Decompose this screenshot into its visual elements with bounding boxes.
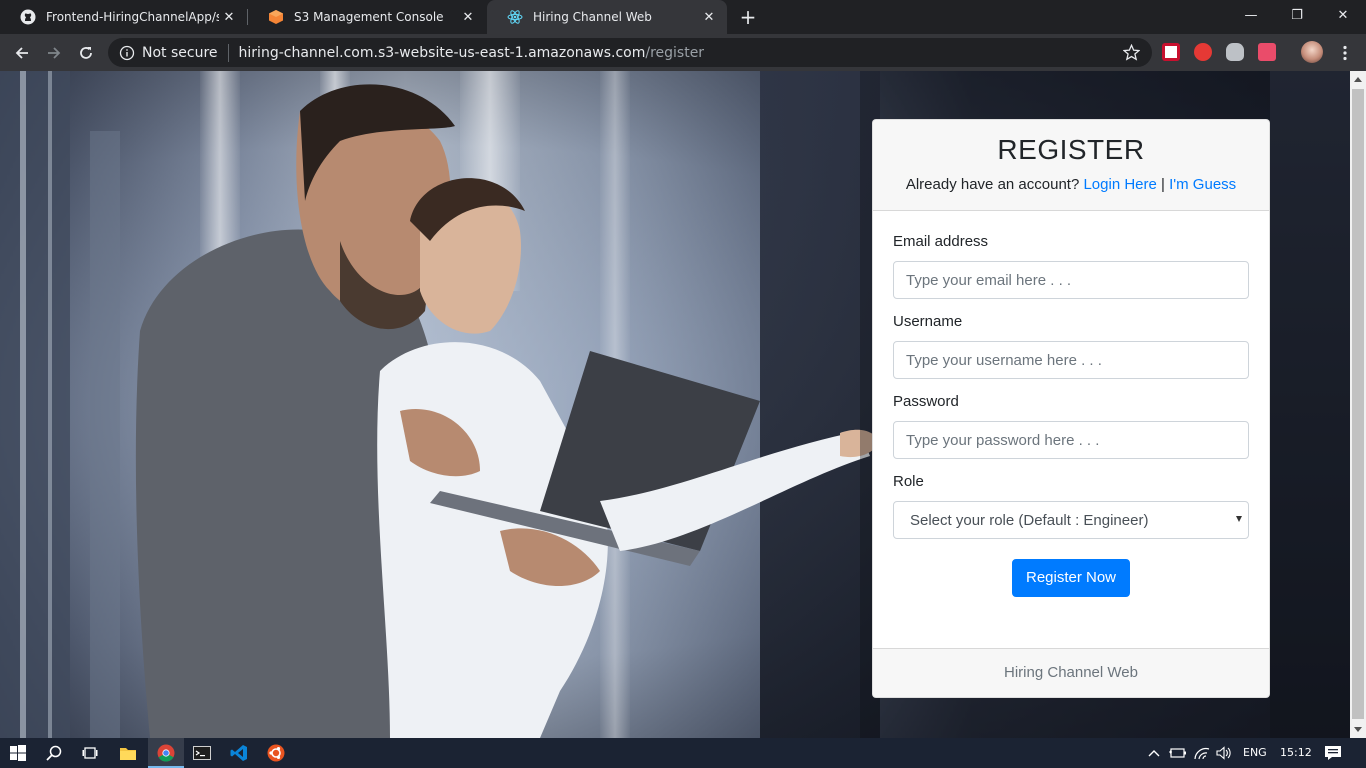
password-label: Password [893, 393, 959, 410]
card-footer: Hiring Channel Web [873, 648, 1269, 697]
extension-cloud-icon[interactable] [1226, 43, 1244, 61]
register-now-button[interactable]: Register Now [1011, 559, 1131, 597]
react-icon [507, 10, 523, 24]
username-input[interactable] [893, 341, 1249, 379]
language-indicator[interactable]: ENG [1243, 738, 1267, 768]
aws-cube-icon [269, 10, 283, 24]
kebab-menu-icon[interactable] [1332, 40, 1358, 66]
username-group: Username [893, 313, 1249, 379]
email-input[interactable] [893, 261, 1249, 299]
close-icon[interactable]: ✕ [458, 10, 478, 25]
guest-link[interactable]: I'm Guess [1169, 176, 1236, 193]
tab-title: Hiring Channel Web [533, 10, 652, 24]
extension-red-icon[interactable] [1258, 43, 1276, 61]
security-label: Not secure [142, 44, 218, 61]
clock-time[interactable]: 15:12 [1280, 738, 1312, 768]
page-scrollbar[interactable] [1350, 71, 1366, 738]
terminal-icon[interactable] [192, 743, 212, 763]
task-view-icon[interactable] [80, 743, 100, 763]
bookmark-star-icon[interactable] [1123, 44, 1140, 61]
extension-blocker-icon[interactable] [1194, 43, 1212, 61]
new-tab-plus-icon[interactable]: + [738, 7, 758, 27]
register-card: REGISTER Already have an account? Login … [872, 119, 1270, 698]
tab-strip: Frontend-HiringChannelApp/src/ ✕ S3 Mana… [0, 0, 1366, 34]
battery-icon[interactable] [1168, 743, 1188, 763]
chrome-icon[interactable] [156, 743, 176, 763]
url-host: hiring-channel.com.s3-website-us-east-1.… [238, 44, 646, 61]
divider [227, 43, 229, 62]
register-form: Email address Username Password Role Sel… [873, 211, 1269, 597]
tab-github[interactable]: Frontend-HiringChannelApp/src/ ✕ [0, 0, 247, 34]
role-label: Role [893, 473, 924, 490]
url-path: /register [645, 44, 705, 61]
role-selected-value: Select your role (Default : Engineer) [910, 511, 1149, 529]
forward-arrow-icon[interactable] [41, 40, 67, 66]
submit-wrap: Register Now [893, 559, 1249, 597]
password-group: Password [893, 393, 1249, 459]
address-bar[interactable]: Not secure hiring-channel.com.s3-website… [108, 38, 1152, 67]
page-title: REGISTER [997, 134, 1145, 165]
taskbar: ENG 15:12 [0, 738, 1366, 768]
windows-start-icon[interactable] [8, 743, 28, 763]
login-prompt: Already have an account? Login Here | I'… [873, 176, 1269, 193]
tab-title: S3 Management Console [294, 10, 444, 24]
role-group: Role Select your role (Default : Enginee… [893, 473, 1249, 539]
window-close-icon[interactable]: ✕ [1320, 0, 1366, 30]
login-link[interactable]: Login Here [1083, 176, 1156, 193]
extension-pocket-icon[interactable] [1162, 43, 1180, 61]
email-label: Email address [893, 233, 989, 250]
wifi-icon[interactable] [1192, 743, 1212, 763]
page-viewport: REGISTER Already have an account? Login … [0, 71, 1350, 738]
close-icon[interactable]: ✕ [219, 10, 239, 25]
email-group: Email address [893, 233, 1249, 299]
caret-down-icon [1236, 516, 1242, 522]
role-select[interactable]: Select your role (Default : Engineer) [893, 501, 1249, 539]
have-account-text: Already have an account? [905, 176, 1080, 193]
search-icon[interactable] [44, 743, 64, 763]
profile-avatar[interactable] [1301, 41, 1323, 63]
restore-icon[interactable]: ❐ [1274, 0, 1320, 30]
notifications-icon[interactable] [1323, 743, 1343, 763]
scroll-down-icon[interactable] [1354, 727, 1362, 732]
scroll-thumb[interactable] [1352, 89, 1364, 719]
password-input[interactable] [893, 421, 1249, 459]
ubuntu-icon[interactable] [266, 743, 286, 763]
username-label: Username [893, 313, 963, 330]
card-header: REGISTER Already have an account? Login … [873, 120, 1269, 211]
info-icon[interactable] [119, 45, 135, 61]
volume-icon[interactable] [1214, 743, 1234, 763]
reload-icon[interactable] [73, 40, 99, 66]
file-explorer-icon[interactable] [118, 743, 138, 763]
scroll-up-icon[interactable] [1354, 77, 1362, 82]
minimize-icon[interactable]: — [1228, 0, 1274, 30]
tab-hiring-channel[interactable]: Hiring Channel Web ✕ [487, 0, 727, 34]
back-arrow-icon[interactable] [9, 40, 35, 66]
tray-chevron-up-icon[interactable] [1144, 743, 1164, 763]
close-icon[interactable]: ✕ [699, 10, 719, 25]
link-separator: | [1161, 176, 1165, 193]
tab-title: Frontend-HiringChannelApp/src/ [46, 10, 219, 24]
github-icon [20, 9, 36, 25]
browser-toolbar: Not secure hiring-channel.com.s3-website… [0, 34, 1366, 71]
tab-s3-console[interactable]: S3 Management Console ✕ [248, 0, 486, 34]
vscode-icon[interactable] [229, 743, 249, 763]
